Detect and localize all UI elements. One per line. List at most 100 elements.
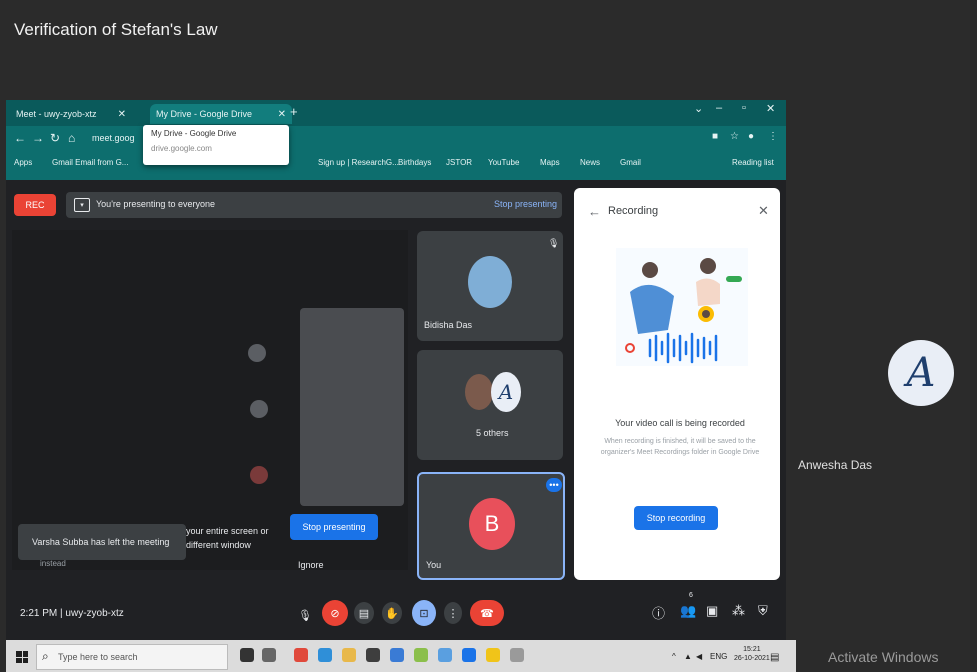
tile-name: Bidisha Das [424,320,473,330]
tab-google-drive[interactable]: My Drive - Google Drive ✕ [150,104,292,124]
extension-icon[interactable]: ■ [712,131,718,142]
mic-off-icon: 🎙 [548,238,560,248]
network-icon[interactable]: ▲ [684,652,692,661]
panel-title: Recording [608,205,659,217]
stop-presenting-link[interactable]: Stop presenting [494,199,557,209]
more-options-icon[interactable]: ⋮ [444,602,462,624]
volume-icon[interactable]: ◀ [696,652,702,661]
presenting-text: You're presenting to everyone [96,199,215,209]
profile-icon[interactable]: ● [748,131,754,142]
cortana-icon[interactable] [240,648,254,662]
menu-icon[interactable]: ⋮ [768,131,778,142]
app-icon[interactable] [438,648,452,662]
chevron-down-icon[interactable]: ⌄ [694,102,703,115]
file-explorer-icon[interactable] [342,648,356,662]
edge-icon[interactable] [318,648,332,662]
app-icon[interactable] [414,648,428,662]
recording-status-text: Your video call is being recorded [615,418,745,428]
meeting-time-code: 2:21 PM | uwy-zyob-xtz [20,608,124,619]
store-icon[interactable] [366,648,380,662]
notifications-icon[interactable]: ▤ [770,652,779,663]
back-arrow-icon[interactable]: ← [588,204,601,219]
taskbar-clock[interactable]: 15:21 26-10-2021 [734,645,770,663]
recording-description: When recording is finished, it will be s… [600,438,760,456]
windows-start-icon[interactable] [16,651,28,663]
address-bar[interactable]: meet.goog [92,133,135,143]
activities-icon[interactable]: ⁂ [732,603,745,619]
slide-title: Verification of Stefan's Law [14,20,218,39]
present-screen-icon: ▾ [74,198,90,212]
bookmark-maps[interactable]: Maps [540,158,560,167]
bookmark-birthdays[interactable]: Birthdays [398,158,431,167]
recording-illustration [616,248,748,366]
meeting-time: 2:21 PM [20,608,58,619]
window-close-icon[interactable]: ✕ [766,102,775,115]
avatar: B [469,498,515,550]
end-call-button[interactable]: ☎ [470,600,504,626]
activate-windows-watermark: Activate Windows [828,649,939,665]
mail-icon[interactable] [390,648,404,662]
meeting-code: uwy-zyob-xtz [65,608,124,619]
forward-arrow-icon[interactable]: → [32,131,44,145]
camera-off-button[interactable]: ⊘ [322,600,348,626]
app-icon[interactable] [510,648,524,662]
chat-icon[interactable]: ▣ [706,603,718,619]
bookmark-reading-list[interactable]: Reading list [732,158,774,167]
bookmark-researchgate[interactable]: Sign up | ResearchG... [318,158,399,167]
close-icon[interactable]: ✕ [758,203,769,219]
toast-subtext: instead [40,559,66,568]
microphone-icon[interactable]: 🎙 [296,606,314,624]
close-icon[interactable]: ✕ [278,109,286,120]
people-icon[interactable]: 👥 [680,603,696,619]
tooltip-title: My Drive - Google Drive [151,129,237,138]
clock-date: 26-10-2021 [734,655,770,662]
bookmark-jstor[interactable]: JSTOR [446,158,472,167]
avatar [465,374,493,410]
search-icon: ⌕ [42,649,49,663]
tile-name: 5 others [476,428,509,438]
tab-label: My Drive - Google Drive [156,109,253,119]
rec-badge: REC [14,194,56,216]
stop-recording-button[interactable]: Stop recording [634,506,718,530]
bookmark-gmail[interactable]: Gmail [620,158,641,167]
minimize-icon[interactable]: – [716,102,722,114]
close-icon[interactable]: ✕ [118,109,126,120]
mirrored-avatar-icon [248,344,266,362]
bookmark-apps[interactable]: Apps [14,158,32,167]
mirrored-avatar-icon [250,400,268,418]
more-options-icon[interactable]: ••• [546,478,562,492]
ignore-button[interactable]: Ignore [298,560,324,570]
stop-presenting-button[interactable]: Stop presenting [290,514,378,540]
task-view-icon[interactable] [262,648,276,662]
star-icon[interactable]: ☆ [730,131,739,142]
chrome-icon[interactable] [294,648,308,662]
participant-tile[interactable] [417,350,563,460]
back-arrow-icon[interactable]: ← [14,131,26,145]
app-icon[interactable] [462,648,476,662]
tile-name: You [426,560,442,570]
participant-count: 6 [689,592,693,599]
new-tab-button[interactable]: + [290,104,298,119]
bookmark-news[interactable]: News [580,158,600,167]
tab-meet[interactable]: Meet - uwy-zyob-xtz ✕ [10,104,132,124]
mirrored-avatar-icon [250,466,268,484]
left-meeting-toast: Varsha Subba has left the meeting [18,524,186,560]
present-now-button[interactable]: ⊡ [412,600,436,626]
info-icon[interactable]: ⓘ [652,603,665,622]
mirrored-recording-card [300,308,404,506]
app-icon[interactable] [486,648,500,662]
avatar [468,256,512,308]
raise-hand-icon[interactable]: ✋ [382,602,402,624]
tray-chevron-icon[interactable]: ^ [672,652,676,661]
language-indicator[interactable]: ENG [710,652,727,661]
reload-icon[interactable]: ↻ [50,131,60,145]
search-placeholder: Type here to search [58,652,138,662]
maximize-icon[interactable]: ▫ [742,102,746,114]
home-icon[interactable]: ⌂ [68,131,75,145]
bookmark-youtube[interactable]: YouTube [488,158,519,167]
share-warning-text: your entire screen or different window [186,526,269,550]
host-controls-icon[interactable]: ⛨ [758,603,768,619]
participant-avatar: A [888,340,954,406]
bookmark-gmail-email[interactable]: Gmail Email from G... [52,158,128,167]
captions-icon[interactable]: ▤ [354,602,374,624]
